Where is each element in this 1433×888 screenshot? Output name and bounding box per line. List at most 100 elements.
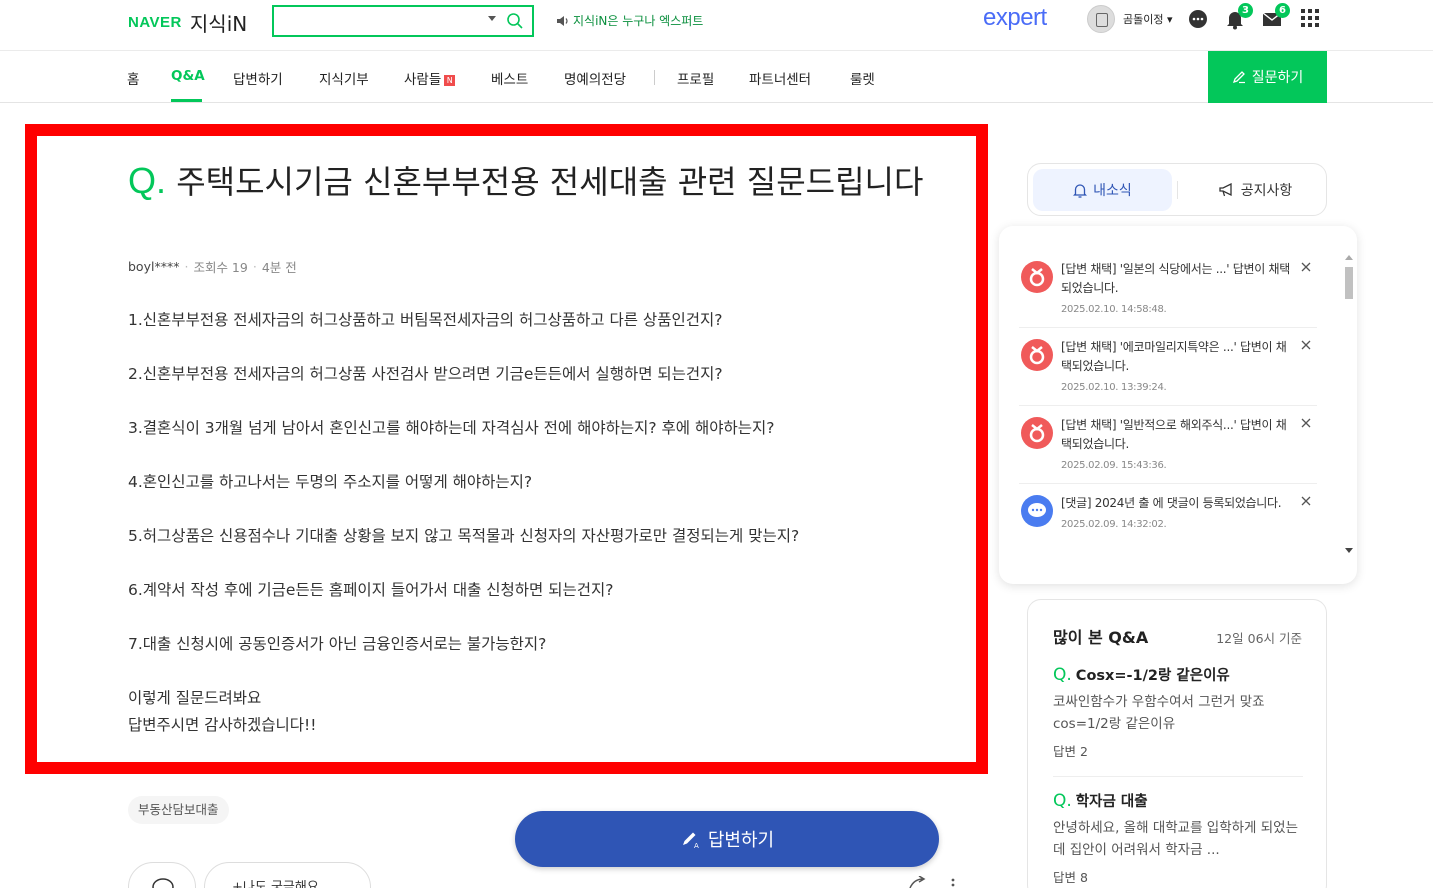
popular-qna-item[interactable]: Q. 학자금 대출 안녕하세요, 올해 대학교를 입학하게 되었는데 집안이 어려… bbox=[1053, 790, 1303, 886]
nav-item-answer[interactable]: 답변하기 bbox=[233, 68, 283, 88]
notification-text[interactable]: [답변 채택] '일반적으로 해외주식...' 답변이 채택되었습니다. bbox=[1061, 416, 1293, 454]
close-icon[interactable] bbox=[1301, 418, 1311, 428]
popular-question-desc[interactable]: 코싸인함수가 우함수여서 그런거 맞죠 cos=1/2랑 같은이유 bbox=[1053, 691, 1303, 735]
question-body-line: 7.대출 신청시에 공동인증서가 아닌 금융인증서로는 불가능한지? bbox=[128, 635, 547, 653]
svg-text:A: A bbox=[694, 842, 699, 849]
notification-text[interactable]: [답변 채택] '일본의 식당에서는 ...' 답변이 채택되었습니다. bbox=[1061, 260, 1293, 298]
search-dropdown-icon[interactable] bbox=[488, 16, 496, 21]
naver-wordmark[interactable]: NAVER bbox=[128, 14, 182, 31]
answer-button-label[interactable]: 답변하기 bbox=[708, 826, 774, 852]
nav-item-people[interactable]: 사람들 N bbox=[404, 68, 456, 88]
notification-panel: [답변 채택] '일본의 식당에서는 ...' 답변이 채택되었습니다. 2025… bbox=[999, 226, 1357, 584]
popular-question-answers: 답변 2 bbox=[1053, 744, 1088, 759]
meta-separator: · bbox=[252, 259, 257, 274]
username[interactable]: 곰돌이정 bbox=[1123, 13, 1163, 26]
ask-question-label[interactable]: 질문하기 bbox=[1252, 67, 1304, 87]
speaker-icon bbox=[557, 15, 568, 26]
close-icon[interactable] bbox=[1301, 262, 1311, 272]
nav-active-indicator bbox=[171, 99, 202, 102]
tab-notice-label[interactable]: 공지사항 bbox=[1241, 180, 1293, 200]
notification-time: 2025.02.09. 14:32:02. bbox=[1061, 519, 1167, 530]
ask-question-button[interactable]: 질문하기 bbox=[1208, 51, 1327, 103]
expert-promo-text[interactable]: 지식iN은 누구나 엑스퍼트 bbox=[573, 12, 703, 29]
question-views: 조회수 19 bbox=[193, 260, 248, 275]
bell-icon[interactable]: 3 bbox=[1224, 3, 1253, 30]
username-menu[interactable]: 곰돌이정 ▾ bbox=[1123, 11, 1173, 27]
comment-button[interactable] bbox=[128, 862, 196, 888]
message-count-badge: 6 bbox=[1275, 3, 1290, 18]
chat-icon[interactable] bbox=[1187, 8, 1209, 30]
notification-item[interactable]: [답변 채택] '에코마일리지특약은 ...' 답변이 채택되었습니다. 2025… bbox=[1019, 328, 1317, 406]
answer-button[interactable]: A 답변하기 bbox=[515, 811, 939, 867]
notification-time: 2025.02.10. 13:39:24. bbox=[1061, 382, 1167, 393]
popular-divider bbox=[1053, 776, 1303, 777]
naver-logo[interactable]: NAVER 지식iN bbox=[128, 8, 247, 37]
main-nav: 홈 Q&A 답변하기 지식기부 사람들 N 베스트 명예의전당 프로필 파트너센터… bbox=[0, 50, 1433, 103]
notification-item[interactable]: [답변 채택] '일반적으로 해외주식...' 답변이 채택되었습니다. 2025… bbox=[1019, 406, 1317, 484]
search-input[interactable] bbox=[272, 5, 534, 37]
tab-notice[interactable]: 공지사항 bbox=[1188, 169, 1323, 211]
share-icon[interactable] bbox=[908, 876, 928, 888]
nav-item-profile[interactable]: 프로필 bbox=[677, 68, 714, 88]
popular-question-desc[interactable]: 안녕하세요, 올해 대학교를 입학하게 되었는데 집안이 어려워서 학자금 ..… bbox=[1053, 817, 1303, 861]
question-mark: Q. bbox=[1053, 791, 1072, 811]
scroll-down-icon[interactable] bbox=[1345, 548, 1353, 554]
expert-logo[interactable]: expert bbox=[983, 4, 1047, 32]
curious-button-text[interactable]: 나도 궁금해요 bbox=[243, 880, 319, 888]
question-tag[interactable]: 부동산담보대출 bbox=[128, 796, 229, 824]
popular-qna-card: 많이 본 Q&A 12일 06시 기준 Q. Cosx=-1/2랑 같은이유 코싸… bbox=[1027, 599, 1327, 888]
popular-question-title[interactable]: Q. Cosx=-1/2랑 같은이유 bbox=[1053, 664, 1303, 685]
question-time: 4분 전 bbox=[261, 260, 297, 275]
close-icon[interactable] bbox=[1301, 340, 1311, 350]
pencil-icon: A bbox=[682, 832, 699, 849]
answer-chosen-icon bbox=[1021, 417, 1053, 449]
question-author[interactable]: boyl**** bbox=[128, 259, 179, 274]
comment-notification-icon bbox=[1021, 495, 1053, 527]
notification-list[interactable]: [답변 채택] '일본의 식당에서는 ...' 답변이 채택되었습니다. 2025… bbox=[1019, 250, 1317, 560]
question-mark: Q. bbox=[1053, 665, 1072, 685]
answer-chosen-icon bbox=[1021, 339, 1053, 371]
tab-my-news[interactable]: 내소식 bbox=[1033, 169, 1172, 211]
notification-text[interactable]: [답변 채택] '에코마일리지특약은 ...' 답변이 채택되었습니다. bbox=[1061, 338, 1293, 376]
popular-question-text[interactable]: 학자금 대출 bbox=[1076, 794, 1148, 810]
nav-item-partner-center[interactable]: 파트너센터 bbox=[749, 68, 811, 88]
nav-item-best[interactable]: 베스트 bbox=[491, 68, 528, 88]
tab-my-news-label[interactable]: 내소식 bbox=[1093, 180, 1132, 200]
question-body-spacer bbox=[128, 445, 958, 472]
apps-grid-icon[interactable] bbox=[1300, 8, 1322, 30]
question-body-spacer bbox=[128, 553, 958, 580]
popular-qna-title: 많이 본 Q&A bbox=[1053, 628, 1149, 647]
expert-promo-link[interactable]: 지식iN은 누구나 엑스퍼트 bbox=[556, 12, 703, 29]
nav-item-roulette[interactable]: 룰렛 bbox=[850, 68, 875, 88]
curious-button-label[interactable]: +나도 궁금해요 bbox=[232, 876, 319, 888]
search-icon[interactable] bbox=[506, 12, 524, 30]
new-badge: N bbox=[444, 75, 456, 86]
more-options-icon[interactable] bbox=[950, 878, 956, 888]
popular-question-text[interactable]: Cosx=-1/2랑 같은이유 bbox=[1076, 668, 1230, 684]
popular-question-answers: 답변 8 bbox=[1053, 870, 1088, 885]
question-body-line: 6.계약서 작성 후에 기금e든든 홈페이지 들어가서 대출 신청하면 되는건지… bbox=[128, 581, 614, 599]
scroll-up-icon[interactable] bbox=[1345, 254, 1353, 260]
nav-item-people-label[interactable]: 사람들 bbox=[404, 72, 441, 88]
notification-text[interactable]: [댓글] 2024년 출 에 댓글이 등록되었습니다. bbox=[1061, 494, 1293, 513]
popular-question-title[interactable]: Q. 학자금 대출 bbox=[1053, 790, 1303, 811]
jisikin-wordmark[interactable]: 지식iN bbox=[190, 8, 247, 37]
nav-item-home[interactable]: 홈 bbox=[127, 68, 139, 88]
answer-chosen-icon bbox=[1021, 261, 1053, 293]
notification-scrollbar[interactable] bbox=[1342, 252, 1356, 560]
question-body-spacer bbox=[128, 391, 958, 418]
nav-item-donate[interactable]: 지식기부 bbox=[319, 68, 369, 88]
meta-separator: · bbox=[184, 259, 189, 274]
notification-item[interactable]: [답변 채택] '일본의 식당에서는 ...' 답변이 채택되었습니다. 2025… bbox=[1019, 250, 1317, 328]
notification-time: 2025.02.09. 15:43:36. bbox=[1061, 460, 1167, 471]
close-icon[interactable] bbox=[1301, 496, 1311, 506]
avatar[interactable] bbox=[1087, 5, 1115, 33]
question-body-spacer bbox=[128, 337, 958, 364]
question-body-line: 이렇게 질문드려봐요 bbox=[128, 689, 262, 707]
scroll-thumb[interactable] bbox=[1345, 267, 1353, 299]
nav-item-hall-of-fame[interactable]: 명예의전당 bbox=[564, 68, 626, 88]
notification-item[interactable]: [댓글] 2024년 출 에 댓글이 등록되었습니다. 2025.02.09. 1… bbox=[1019, 484, 1317, 560]
nav-item-qna[interactable]: Q&A bbox=[171, 68, 205, 84]
popular-qna-item[interactable]: Q. Cosx=-1/2랑 같은이유 코싸인함수가 우함수여서 그런거 맞죠 co… bbox=[1053, 664, 1303, 760]
mail-icon[interactable]: 6 bbox=[1261, 3, 1290, 30]
